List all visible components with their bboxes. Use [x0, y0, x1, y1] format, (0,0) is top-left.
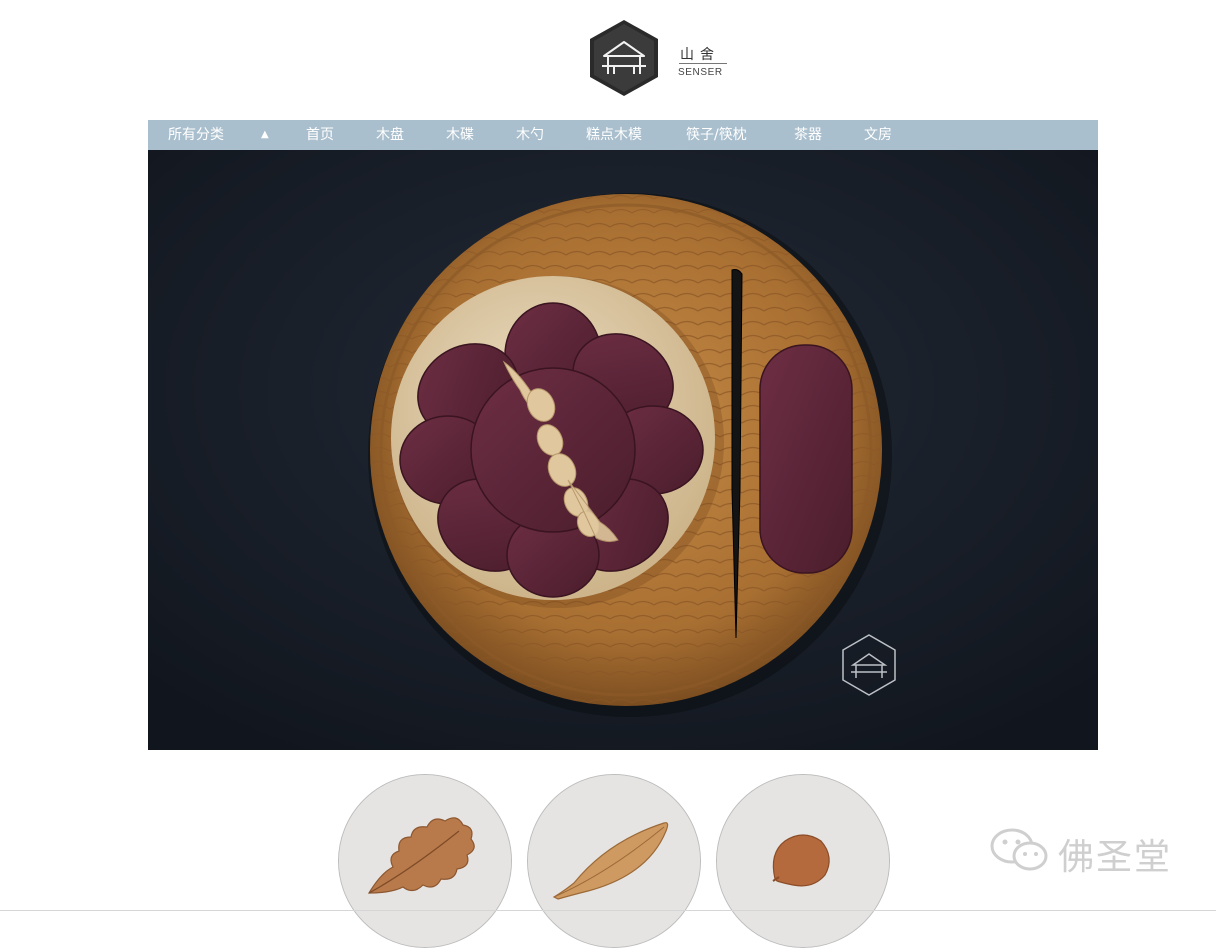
nav-stationery[interactable]: 文房: [864, 120, 892, 150]
logo-divider: [679, 63, 727, 64]
leaf-tray-oak-thumbnail[interactable]: [338, 774, 512, 948]
nav-pastry-molds[interactable]: 糕点木模: [586, 120, 642, 150]
wechat-icon: [990, 828, 1048, 871]
hero-banner-image[interactable]: [148, 150, 1098, 750]
watermark-text: 佛圣堂: [1058, 837, 1173, 878]
round-leaf-tray-image: [717, 775, 889, 947]
bottom-divider: [0, 910, 1216, 911]
nav-wooden-spoons[interactable]: 木勺: [516, 120, 544, 150]
triangle-up-icon[interactable]: ▲: [261, 120, 269, 150]
nav-chopsticks[interactable]: 筷子/筷枕: [686, 120, 747, 150]
logo-chinese-name: 山舍: [680, 47, 720, 63]
site-logo[interactable]: 山舍 SENSER: [588, 18, 748, 100]
oak-leaf-tray-image: [339, 775, 511, 947]
leaf-tray-long-thumbnail[interactable]: [527, 774, 701, 948]
wechat-watermark: 佛圣堂: [988, 824, 1188, 880]
main-nav: 所有分类 ▲ 首页 木盘 木碟 木勺 糕点木模 筷子/筷枕 茶器 文房: [148, 120, 1098, 150]
long-leaf-tray-image: [528, 775, 700, 947]
leaf-tray-round-thumbnail[interactable]: [716, 774, 890, 948]
nav-wooden-dishes[interactable]: 木碟: [446, 120, 474, 150]
wooden-tableware-photo: [148, 150, 1098, 750]
nav-all-categories[interactable]: 所有分类: [168, 120, 224, 150]
nav-home[interactable]: 首页: [306, 120, 334, 150]
house-hexagon-icon: [590, 20, 658, 96]
nav-wooden-plates[interactable]: 木盘: [376, 120, 404, 150]
logo-english-name: SENSER: [678, 67, 723, 78]
nav-tea-ware[interactable]: 茶器: [794, 120, 822, 150]
